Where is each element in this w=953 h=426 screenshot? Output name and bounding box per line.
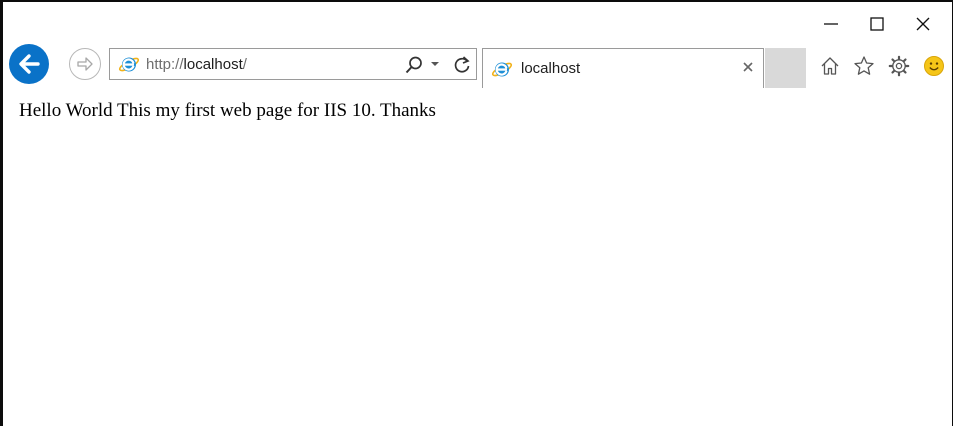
tab-localhost[interactable]: localhost xyxy=(482,48,764,88)
address-bar[interactable]: http://localhost/ xyxy=(109,48,477,80)
maximize-icon xyxy=(870,17,884,31)
home-icon[interactable] xyxy=(819,55,841,77)
maximize-button[interactable] xyxy=(854,10,900,38)
search-icon[interactable] xyxy=(404,55,424,75)
url-path: / xyxy=(242,56,247,73)
ie-logo-icon xyxy=(491,62,513,77)
tab-label: localhost xyxy=(521,60,581,77)
close-icon xyxy=(916,17,930,31)
back-button[interactable] xyxy=(9,44,49,84)
minimize-icon xyxy=(824,23,838,25)
window-controls xyxy=(808,10,946,38)
close-window-button[interactable] xyxy=(900,10,946,38)
back-icon xyxy=(19,54,40,74)
forward-icon xyxy=(77,57,93,71)
refresh-icon[interactable] xyxy=(452,55,472,75)
settings-gear-icon[interactable] xyxy=(888,55,910,77)
url-scheme: http:// xyxy=(146,56,184,73)
tab-close-icon[interactable] xyxy=(741,60,755,74)
ie-logo-icon xyxy=(118,57,140,72)
page-body-text: Hello World This my first web page for I… xyxy=(19,100,436,121)
url-text[interactable]: http://localhost/ xyxy=(146,56,247,73)
feedback-smiley-icon[interactable] xyxy=(923,55,945,77)
dropdown-icon[interactable] xyxy=(430,60,440,68)
browser-toolbar: http://localhost/ localhost xyxy=(3,42,952,88)
favorites-star-icon[interactable] xyxy=(853,55,875,77)
url-host: localhost xyxy=(183,56,243,73)
new-tab-button[interactable] xyxy=(765,48,806,88)
minimize-button[interactable] xyxy=(808,10,854,38)
browser-window: http://localhost/ localhost Hello World … xyxy=(0,0,953,426)
forward-button[interactable] xyxy=(69,48,101,80)
